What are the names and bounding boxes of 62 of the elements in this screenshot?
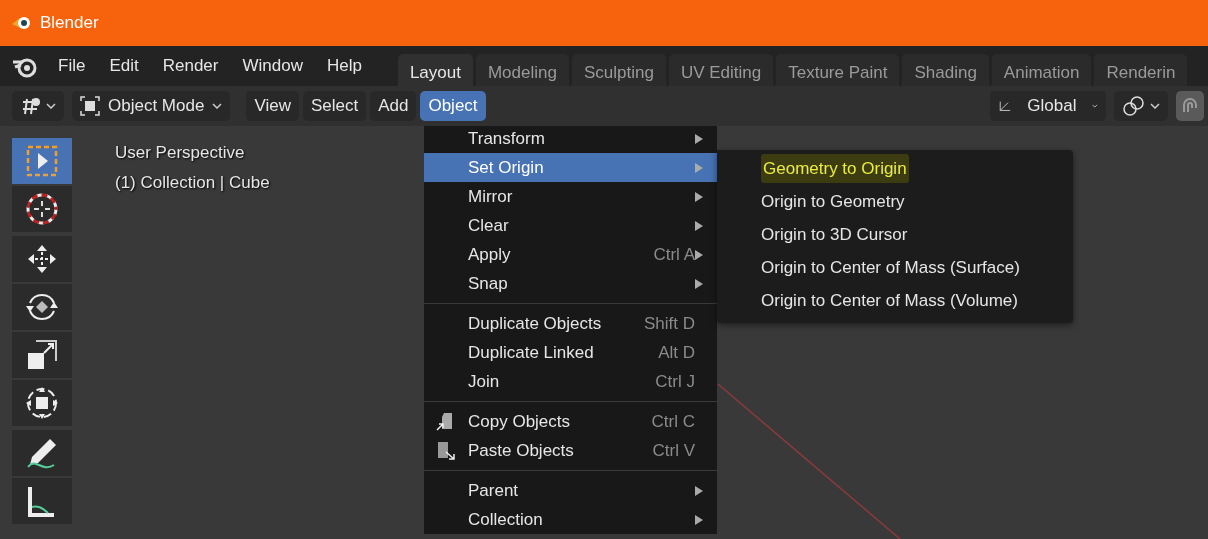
chevron-down-icon	[1150, 103, 1160, 109]
mode-dropdown[interactable]: Object Mode	[72, 91, 231, 121]
viewport-info-text: (1) Collection | Cube	[115, 172, 270, 194]
workspace-tab[interactable]: Modeling	[475, 54, 569, 86]
tool-button[interactable]	[12, 380, 72, 426]
select-box-icon	[24, 143, 60, 179]
menu-item[interactable]: Apply Ctrl A	[424, 240, 717, 269]
editor-type-dropdown[interactable]	[12, 91, 64, 121]
submenu-item[interactable]: Origin to Center of Mass (Volume)	[717, 284, 1073, 317]
menu-item[interactable]: Duplicate Linked Alt D	[424, 338, 717, 367]
menu-item[interactable]: Transform	[424, 126, 717, 153]
workspace-tab[interactable]: Shading	[902, 54, 989, 86]
header-menu[interactable]: Select	[302, 91, 367, 121]
menu-item[interactable]: Mirror	[424, 182, 717, 211]
menu-item[interactable]: Duplicate Objects Shift D	[424, 309, 717, 338]
workspace-tab[interactable]: Texture Paint	[776, 54, 900, 86]
menu-item[interactable]: Snap	[424, 269, 717, 298]
menu-item[interactable]: Paste Objects Ctrl V	[424, 436, 717, 465]
submenu-item[interactable]: Geometry to Origin	[717, 152, 1073, 185]
menu-item[interactable]: Parent	[424, 476, 717, 505]
menu-item[interactable]: File	[46, 49, 98, 83]
header-menu[interactable]: Object	[420, 91, 486, 121]
submenu-item[interactable]: Origin to 3D Cursor	[717, 218, 1073, 251]
object-mode-icon	[80, 96, 100, 116]
tool-button[interactable]	[12, 332, 72, 378]
chevron-down-icon	[46, 103, 56, 109]
snap-toggle[interactable]	[1176, 91, 1204, 121]
workspace-tab[interactable]: UV Editing	[668, 54, 774, 86]
menu-item[interactable]: Render	[150, 49, 231, 83]
submenu-item[interactable]: Origin to Center of Mass (Surface)	[717, 251, 1073, 284]
header-menu[interactable]: View	[246, 91, 299, 121]
tool-button[interactable]	[12, 236, 72, 282]
menu-item[interactable]: Set Origin	[424, 153, 717, 182]
workspace-tab[interactable]: Sculpting	[571, 54, 666, 86]
menu-item[interactable]: Window	[230, 49, 315, 83]
tool-button[interactable]	[12, 478, 72, 524]
menu-item[interactable]: Edit	[97, 49, 151, 83]
window-title: Blender	[40, 12, 99, 35]
workspace-tab[interactable]: Animation	[991, 54, 1092, 86]
transform-icon	[24, 385, 60, 421]
chevron-down-icon	[212, 103, 223, 109]
chevron-down-icon	[1092, 103, 1098, 109]
workspace-tab[interactable]: Layout	[397, 54, 473, 86]
workspace-tab[interactable]: Renderin	[1094, 54, 1188, 86]
paste-icon	[436, 440, 456, 460]
cursor-icon	[24, 191, 60, 227]
pivot-dropdown[interactable]	[1114, 91, 1168, 121]
viewport-info-text: User Perspective	[115, 142, 246, 164]
menu-item[interactable]: Collection	[424, 505, 717, 534]
app-logo-icon	[12, 15, 32, 31]
orientation-dropdown[interactable]: Global	[990, 91, 1106, 121]
tool-button[interactable]	[12, 430, 72, 476]
menu-item[interactable]: Help	[314, 49, 374, 83]
header-menu[interactable]: Add	[370, 91, 417, 121]
submenu-item[interactable]: Origin to Geometry	[717, 185, 1073, 218]
link-icon	[1122, 95, 1146, 117]
menu-item[interactable]: Clear	[424, 211, 717, 240]
menu-item[interactable]: Join Ctrl J	[424, 367, 717, 396]
tool-button[interactable]	[12, 186, 72, 232]
menu-item[interactable]: Copy Objects Ctrl C	[424, 407, 717, 436]
transform-gizmo-icon	[20, 96, 42, 116]
tool-button[interactable]	[12, 284, 72, 330]
